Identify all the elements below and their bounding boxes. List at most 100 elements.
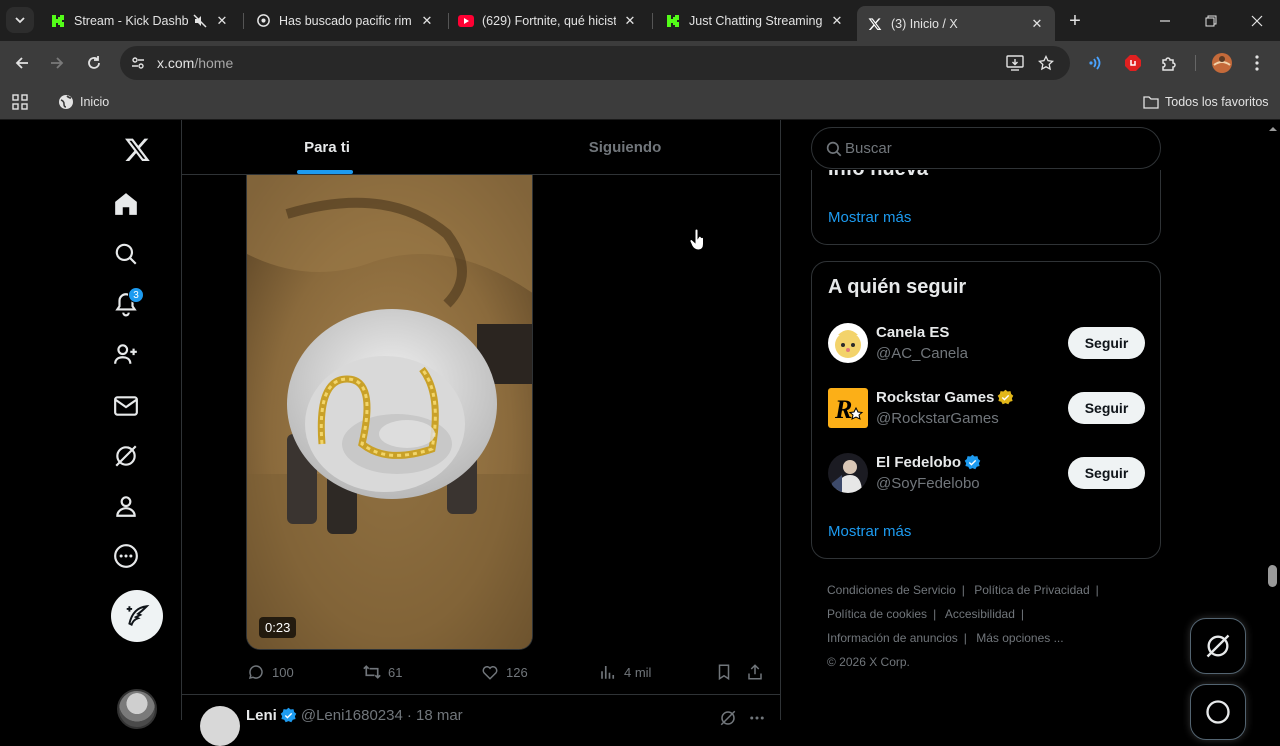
user-name-row[interactable]: El Fedelobo (876, 454, 981, 471)
browser-tab-x-home[interactable]: (3) Inicio / X ✕ (857, 6, 1055, 41)
close-tab-icon[interactable]: ✕ (214, 13, 230, 29)
tab-separator (652, 13, 653, 29)
adblock-extension-icon[interactable] (1121, 51, 1145, 75)
follow-button[interactable]: Seguir (1068, 327, 1145, 359)
profile-avatar-icon[interactable] (1210, 51, 1234, 75)
muted-speaker-icon[interactable] (192, 13, 208, 29)
follow-button[interactable]: Seguir (1068, 457, 1145, 489)
rockstar-logo-avatar[interactable]: R (828, 388, 868, 428)
browser-tab-youtube[interactable]: (629) Fortnite, qué hiciste ✕ (448, 5, 648, 36)
separator: | (933, 607, 937, 621)
chrome-menu-icon[interactable] (1245, 51, 1269, 75)
grok-float-button[interactable] (1190, 618, 1246, 674)
scroll-up-arrow-icon[interactable] (1268, 124, 1278, 134)
avatar[interactable] (828, 323, 868, 363)
account-avatar[interactable] (117, 689, 157, 729)
follow-suggestion[interactable]: Canela ES @AC_Canela Seguir (812, 313, 1160, 373)
wifi-extension-icon[interactable] (1084, 51, 1108, 75)
all-bookmarks-folder[interactable]: Todos los favoritos (1143, 91, 1269, 113)
avatar[interactable] (828, 453, 868, 493)
next-post-preview[interactable]: Leni @Leni1680234 · 18 mar (182, 695, 780, 746)
cookies-link[interactable]: Política de cookies (827, 607, 927, 621)
tab-title: (3) Inicio / X (891, 16, 958, 31)
more-options-link[interactable]: Más opciones ... (976, 631, 1063, 645)
minimize-button[interactable] (1142, 0, 1188, 41)
separator: | (1020, 607, 1025, 621)
apps-grid-icon[interactable] (12, 91, 28, 113)
back-button[interactable] (7, 48, 37, 78)
search-field[interactable] (811, 127, 1161, 169)
analytics-bars-icon (598, 662, 618, 682)
grok-icon[interactable] (719, 709, 737, 727)
panel-title-cut: Info nueva (828, 170, 928, 181)
compose-post-button[interactable] (111, 590, 163, 642)
scrollbar-thumb[interactable] (1268, 565, 1277, 587)
close-tab-icon[interactable]: ✕ (829, 13, 845, 29)
reload-button[interactable] (79, 48, 109, 78)
more-options-icon[interactable] (112, 542, 140, 570)
follow-button[interactable]: Seguir (1068, 392, 1145, 424)
show-more-link[interactable]: Mostrar más (828, 209, 911, 226)
site-settings-icon[interactable] (128, 53, 148, 73)
browser-tab-kick-dashboard[interactable]: Stream - Kick Dashbo ✕ (40, 5, 240, 36)
user-name: El Fedelobo (876, 454, 962, 471)
browser-tab-just-chatting[interactable]: Just Chatting Streaming - ✕ (655, 5, 855, 36)
terms-link[interactable]: Condiciones de Servicio (827, 583, 956, 597)
share-button[interactable] (745, 661, 771, 683)
minimize-icon (1160, 19, 1170, 22)
views-button[interactable]: 4 mil (598, 661, 651, 683)
home-icon[interactable] (112, 190, 140, 218)
grok-icon[interactable] (112, 442, 140, 470)
grok-icon (1206, 634, 1230, 658)
search-icon[interactable] (112, 240, 140, 268)
repost-icon (362, 662, 382, 682)
follow-suggestion[interactable]: R Rockstar Games @RockstarGames Seguir (812, 378, 1160, 438)
show-more-link[interactable]: Mostrar más (828, 523, 911, 540)
avatar[interactable] (200, 706, 240, 746)
tab-title: Stream - Kick Dashbo (74, 13, 188, 28)
chevron-down-icon (15, 17, 25, 24)
messages-envelope-icon[interactable] (112, 392, 140, 420)
follow-people-icon[interactable] (112, 340, 140, 368)
restore-button[interactable] (1188, 0, 1234, 41)
more-horizontal-icon[interactable] (748, 709, 766, 727)
who-to-follow-panel: A quién seguir Canela ES @AC_Canela Segu… (811, 261, 1161, 559)
user-name[interactable]: Canela ES (876, 324, 949, 341)
trends-panel: Info nueva Mostrar más (811, 170, 1161, 245)
reply-button[interactable]: 100 (246, 661, 294, 683)
follow-suggestion[interactable]: El Fedelobo @SoyFedelobo Seguir (812, 443, 1160, 503)
browser-toolbar: x.com/home (0, 41, 1280, 85)
user-handle: @AC_Canela (876, 345, 968, 362)
post-author: Leni @Leni1680234 · 18 mar (246, 707, 463, 724)
extensions-puzzle-icon[interactable] (1157, 51, 1181, 75)
url-host: x.com (157, 55, 195, 71)
new-tab-button[interactable]: + (1062, 8, 1088, 34)
messages-float-button[interactable] (1190, 684, 1246, 740)
like-button[interactable]: 126 (480, 661, 528, 683)
repost-button[interactable]: 61 (362, 661, 402, 683)
tab-search-button[interactable] (6, 7, 34, 33)
install-app-icon[interactable] (1004, 53, 1026, 73)
forward-button[interactable] (42, 48, 72, 78)
close-tab-icon[interactable]: ✕ (1029, 16, 1045, 32)
tab-following[interactable]: Siguiendo (572, 121, 678, 174)
page-scrollbar[interactable] (1266, 120, 1280, 720)
x-logo-icon[interactable] (123, 135, 151, 163)
browser-tab-search[interactable]: Has buscado pacific rim - ✕ (245, 5, 445, 36)
profile-icon[interactable] (112, 492, 140, 520)
bookmark-inicio[interactable]: Inicio (58, 91, 109, 113)
mouse-cursor-hand-icon (690, 229, 704, 251)
address-bar[interactable]: x.com/home (120, 46, 1070, 80)
search-input[interactable] (845, 128, 1145, 168)
bookmark-star-icon[interactable] (1035, 53, 1057, 73)
privacy-link[interactable]: Política de Privacidad (974, 583, 1089, 597)
tab-for-you[interactable]: Para ti (282, 121, 372, 174)
user-name-row[interactable]: Rockstar Games (876, 389, 1014, 406)
bookmark-button[interactable] (714, 661, 740, 683)
close-window-button[interactable] (1234, 0, 1280, 41)
accessibility-link[interactable]: Accesibilidad (945, 607, 1015, 621)
post-video[interactable] (246, 174, 533, 650)
close-tab-icon[interactable]: ✕ (622, 13, 638, 29)
close-tab-icon[interactable]: ✕ (419, 13, 435, 29)
ads-info-link[interactable]: Información de anuncios (827, 631, 958, 645)
